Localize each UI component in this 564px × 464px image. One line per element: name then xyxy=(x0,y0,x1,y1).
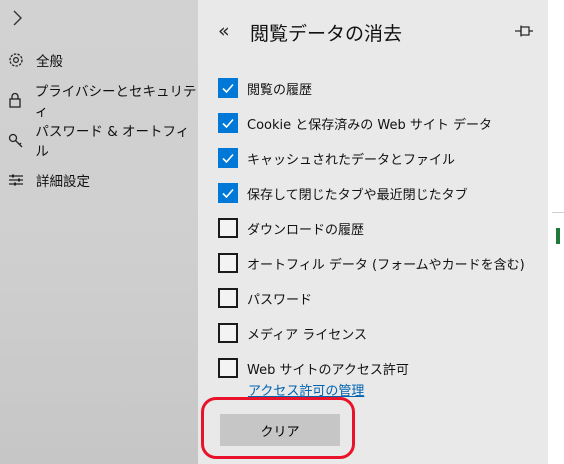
checkmark-icon xyxy=(222,83,234,94)
checkbox-checked[interactable] xyxy=(218,183,238,203)
nav-item-advanced[interactable]: 詳細設定 xyxy=(6,167,90,193)
option-tabs[interactable]: 保存して閉じたタブや最近閉じたタブ xyxy=(218,182,468,204)
checkbox-unchecked[interactable] xyxy=(218,288,238,308)
nav-item-label: パスワード & オートフィル xyxy=(35,124,190,160)
option-label: ダウンロードの履歴 xyxy=(247,222,365,238)
option-label: キャッシュされたデータとファイル xyxy=(247,152,456,168)
nav-item-passwords[interactable]: パスワード & オートフィル xyxy=(6,124,198,160)
checkbox-unchecked[interactable] xyxy=(218,253,238,273)
option-site-permissions[interactable]: Web サイトのアクセス許可 xyxy=(218,357,409,379)
option-label: 保存して閉じたタブや最近閉じたタブ xyxy=(247,187,468,203)
divider xyxy=(552,212,564,213)
lock-icon xyxy=(6,90,25,110)
checkbox-unchecked[interactable] xyxy=(218,358,238,378)
option-label: Web サイトのアクセス許可 xyxy=(247,362,409,378)
option-label: 閲覧の履歴 xyxy=(247,82,313,98)
option-media-licenses[interactable]: メディア ライセンス xyxy=(218,322,367,344)
option-download-history[interactable]: ダウンロードの履歴 xyxy=(218,217,364,239)
nav-item-label: 全般 xyxy=(36,54,63,70)
checkmark-icon xyxy=(222,118,234,129)
checkmark-icon xyxy=(222,188,234,199)
checkbox-unchecked[interactable] xyxy=(218,323,238,343)
option-passwords[interactable]: パスワード xyxy=(218,287,312,309)
nav-item-privacy[interactable]: プライバシーとセキュリティ xyxy=(6,84,198,120)
settings-nav: 全般 プライバシーとセキュリティ パスワード & オートフィル 詳細設定 xyxy=(0,0,198,464)
option-cookies[interactable]: Cookie と保存済みの Web サイト データ xyxy=(218,112,492,134)
option-autofill[interactable]: オートフィル データ (フォームやカードを含む) xyxy=(218,252,525,274)
checkmark-icon xyxy=(222,153,234,164)
key-icon xyxy=(6,130,25,150)
panel-title: 閲覧データの消去 xyxy=(250,23,403,45)
nav-item-label: プライバシーとセキュリティ xyxy=(34,84,197,120)
back-button[interactable]: « xyxy=(218,20,230,42)
nav-item-general[interactable]: 全般 xyxy=(6,47,63,73)
highlight-annotation xyxy=(201,397,355,459)
nav-item-label: 詳細設定 xyxy=(36,174,90,190)
option-label: オートフィル データ (フォームやカードを含む) xyxy=(247,257,525,273)
sliders-icon xyxy=(6,170,26,190)
checkbox-checked[interactable] xyxy=(218,148,238,168)
option-browsing-history[interactable]: 閲覧の履歴 xyxy=(218,77,312,99)
checkbox-checked[interactable] xyxy=(218,78,238,98)
pin-icon[interactable] xyxy=(514,24,534,38)
option-label: Cookie と保存済みの Web サイト データ xyxy=(247,117,492,133)
checkbox-checked[interactable] xyxy=(218,113,238,133)
option-label: メディア ライセンス xyxy=(247,327,367,343)
chevron-right-icon[interactable] xyxy=(8,8,28,28)
option-cache[interactable]: キャッシュされたデータとファイル xyxy=(218,147,455,169)
page-accent-mark xyxy=(556,228,560,244)
option-label: パスワード xyxy=(247,292,313,308)
checkbox-unchecked[interactable] xyxy=(218,218,238,238)
gear-icon xyxy=(6,50,26,70)
